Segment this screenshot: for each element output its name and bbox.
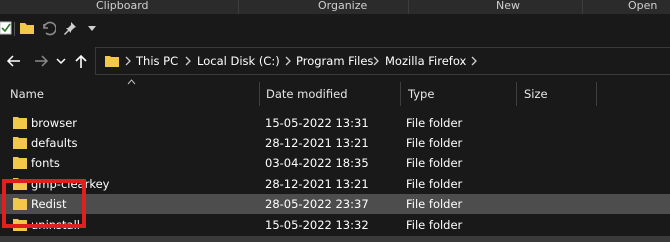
- file-date-modified: 15-05-2022 13:32: [265, 218, 369, 232]
- file-date-modified: 28-12-2021 13:21: [265, 136, 369, 150]
- recent-locations-icon[interactable]: [56, 53, 66, 69]
- file-row[interactable]: gmp-clearkey 28-12-2021 13:21 File folde…: [0, 174, 670, 194]
- column-header-date-modified[interactable]: Date modified: [266, 87, 348, 101]
- file-date-modified: 28-05-2022 23:37: [265, 197, 369, 211]
- ribbon-group-organize: Organize: [318, 0, 368, 12]
- file-type: File folder: [406, 197, 463, 211]
- file-name: browser: [31, 116, 78, 130]
- folder-icon: [13, 157, 27, 169]
- column-divider[interactable]: [400, 82, 401, 106]
- column-divider[interactable]: [516, 82, 517, 106]
- chevron-right-icon[interactable]: [184, 55, 192, 67]
- column-divider[interactable]: [596, 82, 597, 106]
- new-folder-icon[interactable]: [19, 20, 35, 36]
- file-row[interactable]: uninstall 15-05-2022 13:32 File folder: [0, 215, 670, 235]
- back-arrow-icon[interactable]: [6, 53, 22, 69]
- file-row[interactable]: defaults 28-12-2021 13:21 File folder: [0, 133, 670, 153]
- column-divider[interactable]: [259, 82, 260, 106]
- folder-icon: [105, 56, 119, 67]
- annotation-highlight-box: [2, 179, 86, 228]
- up-arrow-icon[interactable]: [73, 53, 89, 69]
- chevron-right-icon[interactable]: [372, 55, 380, 67]
- ribbon-group-captions: Clipboard Organize New Open: [0, 0, 670, 14]
- file-row-partial[interactable]: [0, 236, 670, 242]
- file-row-selected[interactable]: Redist 28-05-2022 23:37 File folder: [0, 194, 670, 214]
- folder-icon: [13, 117, 27, 129]
- properties-icon[interactable]: [0, 20, 14, 36]
- chevron-right-icon[interactable]: [470, 55, 478, 67]
- quick-access-toolbar: [0, 14, 670, 44]
- forward-arrow-icon[interactable]: [33, 53, 49, 69]
- folder-icon: [13, 137, 27, 149]
- chevron-right-icon[interactable]: [284, 55, 292, 67]
- file-row[interactable]: fonts 03-04-2022 18:35 File folder: [0, 153, 670, 173]
- breadcrumb-mozilla-firefox[interactable]: Mozilla Firefox: [385, 54, 466, 68]
- ribbon-group-open: Open: [628, 0, 658, 12]
- column-header-size[interactable]: Size: [524, 87, 548, 101]
- ribbon-group-new: New: [496, 0, 520, 12]
- file-date-modified: 15-05-2022 13:31: [265, 116, 369, 130]
- ribbon-divider: [408, 0, 409, 14]
- file-type: File folder: [406, 177, 463, 191]
- file-type: File folder: [406, 156, 463, 170]
- undo-icon[interactable]: [40, 20, 56, 36]
- file-date-modified: 28-12-2021 13:21: [265, 177, 369, 191]
- ribbon-divider: [582, 0, 583, 14]
- navigation-bar: This PC Local Disk (C:) Program Files Mo…: [0, 44, 670, 78]
- file-name: defaults: [31, 136, 78, 150]
- customize-dropdown-icon[interactable]: [84, 20, 100, 36]
- breadcrumb-this-pc[interactable]: This PC: [136, 54, 178, 68]
- sort-ascending-icon: [127, 79, 136, 85]
- column-header-name[interactable]: Name: [10, 87, 44, 101]
- breadcrumb-local-disk[interactable]: Local Disk (C:): [197, 54, 280, 68]
- toolbar-separator: [14, 22, 15, 36]
- address-bar[interactable]: This PC Local Disk (C:) Program Files Mo…: [95, 47, 670, 75]
- file-date-modified: 03-04-2022 18:35: [265, 156, 369, 170]
- file-type: File folder: [406, 218, 463, 232]
- ribbon-group-clipboard: Clipboard: [96, 0, 149, 12]
- file-name: fonts: [31, 156, 60, 170]
- file-type: File folder: [406, 116, 463, 130]
- chevron-right-icon[interactable]: [124, 55, 132, 67]
- ribbon-divider: [238, 0, 239, 14]
- breadcrumb-program-files[interactable]: Program Files: [296, 54, 373, 68]
- pin-icon[interactable]: [62, 20, 78, 36]
- column-header-type[interactable]: Type: [408, 87, 434, 101]
- column-headers: Name Date modified Type Size: [0, 79, 670, 108]
- file-type: File folder: [406, 136, 463, 150]
- file-row[interactable]: browser 15-05-2022 13:31 File folder: [0, 113, 670, 133]
